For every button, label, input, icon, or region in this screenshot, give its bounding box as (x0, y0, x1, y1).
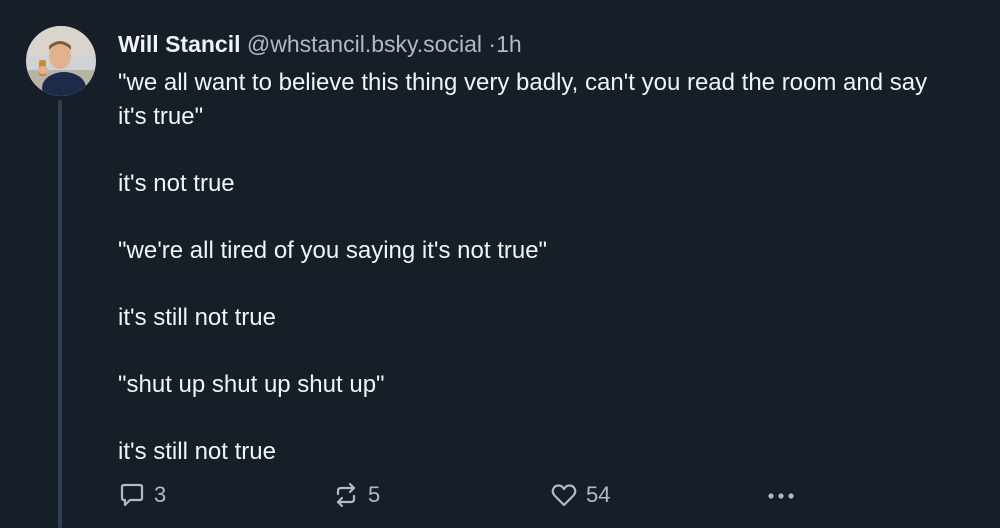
more-options-icon (768, 493, 794, 499)
post-header: Will Stancil @whstancil.bsky.social ·1h (118, 28, 522, 60)
header-separator: · (488, 31, 497, 57)
post: Will Stancil @whstancil.bsky.social ·1h … (0, 0, 1000, 528)
post-body: "we all want to believe this thing very … (118, 66, 958, 468)
post-paragraph: it's not true (118, 169, 235, 197)
like-count: 54 (586, 482, 611, 507)
post-timestamp[interactable]: 1h (496, 31, 522, 57)
author-display-name[interactable]: Will Stancil (118, 31, 240, 57)
repost-button[interactable]: 5 (332, 478, 380, 512)
more-options-button[interactable] (765, 478, 805, 512)
post-paragraph: "we all want to believe this thing very … (118, 69, 928, 130)
post-actions: 3 5 54 (118, 478, 818, 512)
reply-icon (120, 483, 144, 507)
reply-count: 3 (154, 482, 167, 507)
like-button[interactable]: 54 (550, 478, 610, 512)
post-paragraph: "we're all tired of you saying it's not … (118, 236, 548, 264)
avatar[interactable] (26, 26, 96, 96)
heart-icon (551, 484, 577, 507)
author-handle[interactable]: @whstancil.bsky.social (247, 31, 482, 57)
post-paragraph: "shut up shut up shut up" (118, 370, 385, 398)
repost-count: 5 (368, 482, 381, 507)
post-paragraph: it's still not true (118, 437, 276, 465)
post-paragraph: it's still not true (118, 303, 276, 331)
repost-icon (336, 482, 356, 508)
reply-button[interactable]: 3 (118, 478, 166, 512)
